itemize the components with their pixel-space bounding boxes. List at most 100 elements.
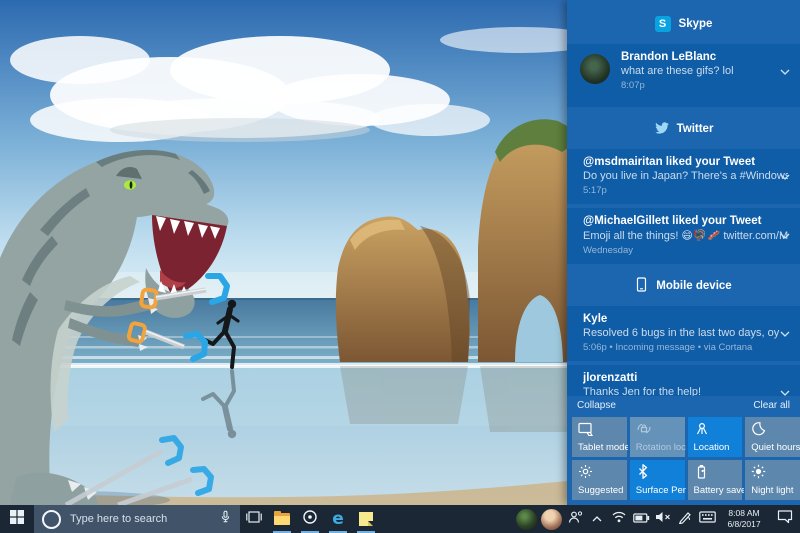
skype-icon: S — [654, 16, 671, 32]
taskbar: e 8:08 A — [0, 505, 800, 533]
section-title: Twitter — [676, 123, 714, 135]
clock-time: 8:08 AM — [728, 507, 760, 518]
moon-icon — [751, 421, 766, 441]
notification-title: @msdmairitan liked your Tweet — [583, 156, 756, 168]
task-view-button[interactable] — [240, 505, 268, 533]
tile-label: Suggested — [578, 485, 624, 496]
volume-muted-icon — [655, 510, 671, 528]
sticky-notes-icon — [359, 512, 373, 526]
quick-action-location[interactable]: Location — [687, 417, 743, 457]
sun-filled-icon — [751, 464, 766, 484]
tile-label: Quiet hours — [751, 442, 800, 453]
sun-outline-icon — [578, 464, 593, 484]
chevron-down-icon[interactable] — [780, 167, 790, 185]
windows-ink-button[interactable] — [674, 505, 696, 533]
tile-label: Battery saver — [693, 485, 744, 496]
edge-icon: e — [332, 508, 344, 529]
edge-button[interactable]: e — [324, 505, 352, 533]
notification-time: Wednesday — [583, 245, 633, 256]
notification-card-skype[interactable]: Brandon LeBlanc what are these gifs? lol… — [567, 44, 800, 107]
notification-card-twitter-2[interactable]: @MichaelGillett liked your Tweet Emoji a… — [567, 208, 800, 264]
people-button[interactable] — [564, 505, 586, 533]
notification-card-twitter-1[interactable]: @msdmairitan liked your Tweet Do you liv… — [567, 149, 800, 204]
notification-title: @MichaelGillett liked your Tweet — [583, 215, 762, 227]
section-title: Mobile device — [656, 280, 732, 292]
tile-label: Location — [693, 442, 730, 453]
search-input[interactable] — [68, 512, 212, 526]
wifi-button[interactable] — [608, 505, 630, 533]
clear-all-link[interactable]: Clear all — [753, 400, 790, 411]
notification-card-mobile-1[interactable]: Kyle Resolved 6 bugs in the last two day… — [567, 306, 800, 361]
action-center-icon — [777, 509, 793, 529]
notification-body: Emoji all the things! 😄🦃🥓 twitter.com/Mi… — [583, 230, 788, 242]
clock[interactable]: 8:08 AM 6/8/2017 — [718, 505, 770, 533]
keyboard-icon — [698, 510, 716, 528]
quick-action-quiet-hours[interactable]: Quiet hours — [745, 417, 800, 457]
search-box[interactable] — [34, 505, 240, 533]
chevron-down-icon[interactable] — [780, 324, 790, 342]
quick-action-surface-pen[interactable]: Surface Pen — [629, 460, 686, 500]
notification-title: Kyle — [583, 313, 608, 325]
pinned-contact-avatar-1[interactable] — [516, 508, 537, 530]
rotation-lock-icon — [636, 421, 652, 441]
quick-actions-footer: Collapse Clear all — [567, 396, 800, 415]
notification-title: jlorenzatti — [583, 372, 638, 384]
wifi-icon — [611, 510, 627, 528]
quick-action-rotation-lock[interactable]: Rotation lock — [629, 417, 686, 457]
battery-vertical-icon — [694, 464, 709, 484]
notification-body: Resolved 6 bugs in the last two days, oy — [583, 327, 780, 339]
clock-date: 6/8/2017 — [727, 519, 761, 529]
section-header-twitter[interactable]: Twitter — [567, 107, 800, 140]
pinned-contact-avatar-2[interactable] — [541, 508, 562, 530]
chevron-up-icon — [591, 510, 603, 528]
tablet-mode-icon — [578, 421, 594, 441]
location-pin-icon — [694, 421, 710, 441]
windows-logo-icon — [10, 509, 24, 529]
quick-action-battery-saver[interactable]: Battery saver — [687, 460, 744, 500]
tile-label: Surface Pen — [635, 485, 686, 496]
twitter-bird-icon — [654, 121, 669, 137]
pinned-app-button[interactable] — [296, 505, 324, 533]
notification-body: what are these gifs? lol — [621, 65, 734, 77]
quick-action-tablet-mode[interactable]: Tablet mode — [572, 417, 628, 457]
section-header-mobile-device[interactable]: Mobile device — [567, 264, 800, 297]
quick-actions-grid: Tablet mode Rotation lock Location Quiet… — [567, 415, 800, 505]
chevron-down-icon[interactable] — [780, 226, 790, 244]
volume-button[interactable] — [652, 505, 674, 533]
tile-label: Night light — [751, 485, 794, 496]
notification-body: Thanks Jen for the help! — [583, 386, 702, 396]
start-button[interactable] — [0, 505, 34, 533]
chevron-down-icon[interactable] — [780, 383, 790, 396]
chevron-down-icon[interactable] — [780, 62, 790, 80]
file-explorer-button[interactable] — [268, 505, 296, 533]
hidden-icons-button[interactable] — [586, 505, 608, 533]
collapse-link[interactable]: Collapse — [577, 400, 616, 411]
circle-dot-app-icon — [302, 509, 318, 530]
section-header-skype[interactable]: S Skype — [567, 0, 800, 35]
file-explorer-icon — [274, 511, 290, 525]
microphone-icon[interactable] — [219, 510, 232, 529]
touch-keyboard-button[interactable] — [696, 505, 718, 533]
action-center-button[interactable] — [770, 505, 800, 533]
pen-icon — [678, 510, 692, 529]
battery-button[interactable] — [630, 505, 652, 533]
battery-icon — [632, 510, 650, 528]
notification-card-mobile-2[interactable]: jlorenzatti Thanks Jen for the help! — [567, 365, 800, 396]
section-title: Skype — [678, 18, 713, 30]
tile-label: Rotation lock — [635, 442, 686, 453]
sticky-notes-button[interactable] — [352, 505, 380, 533]
phone-icon — [635, 277, 648, 295]
notification-time: 5:17p — [583, 185, 607, 196]
quick-action-night-light[interactable]: Night light — [745, 460, 800, 500]
notification-list: S Skype Brandon LeBlanc what are these g… — [567, 0, 800, 396]
bluetooth-icon — [636, 464, 650, 484]
task-view-icon — [246, 510, 262, 529]
notification-body: Do you live in Japan? There's a #Windows… — [583, 170, 788, 182]
action-center-panel: S Skype Brandon LeBlanc what are these g… — [567, 0, 800, 505]
cortana-icon[interactable] — [42, 509, 61, 529]
avatar — [580, 54, 610, 84]
notification-title: Brandon LeBlanc — [621, 51, 717, 63]
tile-label: Tablet mode — [578, 442, 628, 453]
windows-desktop-screen: S Skype Brandon LeBlanc what are these g… — [0, 0, 800, 533]
quick-action-suggested[interactable]: Suggested — [572, 460, 627, 500]
